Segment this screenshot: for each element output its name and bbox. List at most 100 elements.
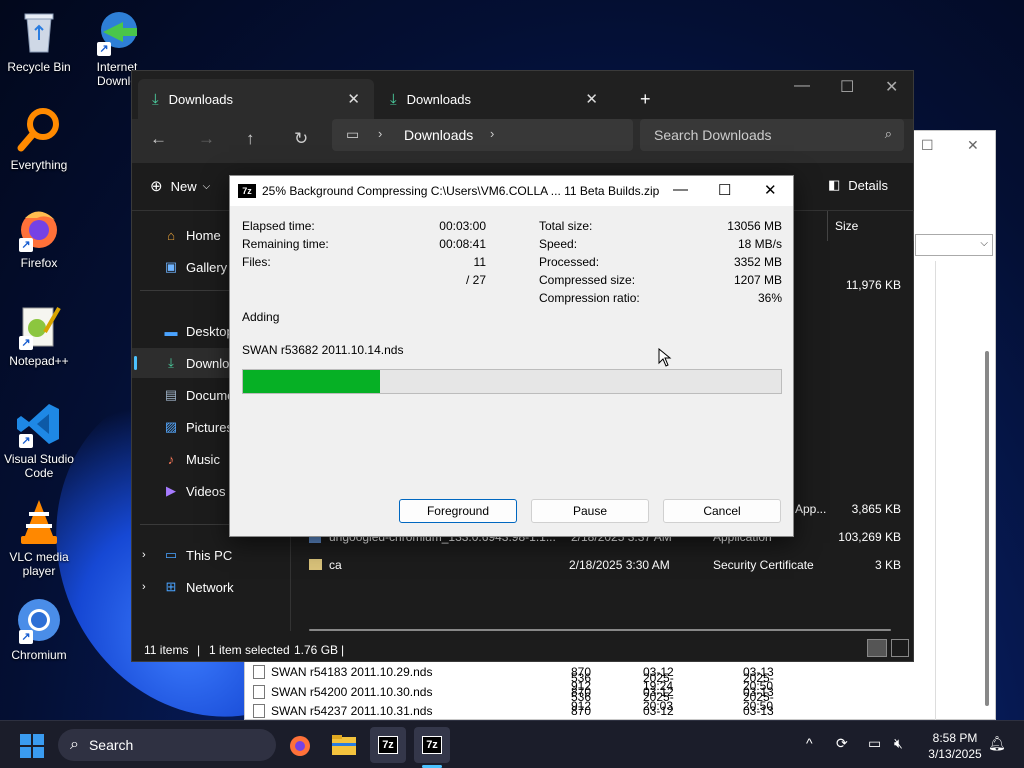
- sync-icon[interactable]: ⟳: [836, 735, 848, 752]
- minimize-icon[interactable]: —: [673, 181, 688, 198]
- chevron-right-icon[interactable]: ›: [142, 581, 162, 593]
- current-file: SWAN r53682 2011.10.14.nds: [242, 343, 404, 357]
- file-icon: [253, 704, 265, 718]
- desktop-icon-vscode[interactable]: ↗ Visual Studio Code: [0, 400, 78, 480]
- pause-button[interactable]: Pause: [531, 499, 649, 523]
- file-icon: [253, 685, 265, 699]
- details-view-icon[interactable]: [867, 639, 887, 657]
- progress-fill: [243, 370, 381, 393]
- status-bar: 11 items | 1 item selected 1.76 GB |: [132, 637, 913, 663]
- taskbar-7zip-2[interactable]: 7z: [414, 727, 450, 763]
- speaker-muted-icon[interactable]: 🔇︎: [894, 735, 903, 752]
- breadcrumb-downloads[interactable]: Downloads: [404, 127, 473, 143]
- close-icon[interactable]: ✕: [967, 137, 979, 154]
- address-bar[interactable]: ▭ › Downloads ›: [332, 119, 633, 151]
- list-item[interactable]: SWAN r54200 2011.10.30.nds 536 870 912 2…: [253, 671, 774, 713]
- videos-icon: ▶: [166, 483, 176, 498]
- table-row[interactable]: ca 2/18/2025 3:30 AM Security Certificat…: [291, 551, 915, 579]
- refresh-icon[interactable]: ↻: [294, 129, 308, 149]
- recycle-bin-icon: [15, 8, 63, 56]
- file-icon: [253, 665, 265, 679]
- desktop-icon-chromium[interactable]: ↗ Chromium: [0, 596, 78, 662]
- dialog-title: 25% Background Compressing C:\Users\VM6.…: [262, 184, 660, 198]
- column-divider: [935, 261, 936, 721]
- maximize-icon[interactable]: ☐: [840, 77, 854, 97]
- chromium-icon: ↗: [15, 596, 63, 644]
- desktop-icon-everything[interactable]: Everything: [0, 106, 78, 172]
- firefox-icon: ↗: [15, 204, 63, 252]
- desktop-icon-firefox[interactable]: ↗ Firefox: [0, 204, 78, 270]
- new-tab-button[interactable]: +: [626, 79, 656, 119]
- 7zip-logo-icon: 7z: [238, 184, 256, 198]
- maximize-icon[interactable]: ☐: [718, 181, 731, 199]
- taskbar-search[interactable]: ⌕ Search: [58, 729, 276, 761]
- 7zip-progress-dialog[interactable]: 7z 25% Background Compressing C:\Users\V…: [229, 175, 794, 537]
- notification-bell-icon[interactable]: 🔔︎: [988, 735, 1006, 752]
- foreground-button[interactable]: Foreground: [399, 499, 517, 523]
- back-arrow-icon[interactable]: ←: [150, 129, 167, 149]
- chevron-right-icon: ›: [490, 126, 495, 141]
- taskbar-firefox[interactable]: [282, 727, 318, 763]
- chevron-down-icon: ⌵: [202, 180, 211, 192]
- pictures-icon: ▨: [164, 419, 178, 434]
- column-header-size[interactable]: Size: [835, 219, 858, 233]
- start-button[interactable]: [20, 734, 44, 758]
- search-icon: ⌕: [70, 736, 79, 753]
- sidebar-item-this-pc[interactable]: › ▭ This PC: [132, 540, 290, 570]
- forward-arrow-icon[interactable]: →: [198, 129, 215, 149]
- status-separator: |: [197, 643, 201, 657]
- dialog-title-bar: 7z 25% Background Compressing C:\Users\V…: [230, 176, 793, 206]
- tab-bar: ⤓ Downloads ✕ ⤓ Downloads ✕ + — ☐ ✕: [132, 71, 913, 119]
- column-divider: [827, 211, 828, 241]
- 7zip-icon: 7z: [378, 736, 398, 754]
- search-input[interactable]: Search Downloads ⌕: [640, 119, 904, 151]
- scrollbar[interactable]: [985, 351, 989, 706]
- chevron-down-icon: ⌵: [980, 238, 988, 249]
- tab-downloads-2[interactable]: ⤓ Downloads ✕: [376, 79, 612, 119]
- desktop-icon-vlc[interactable]: VLC media player: [0, 498, 78, 578]
- shortcut-arrow-icon: ↗: [19, 336, 33, 350]
- dropdown-box[interactable]: ⌵: [915, 234, 993, 256]
- firefox-icon: [290, 736, 310, 756]
- list-item[interactable]: SWAN r54183 2011.10.29.nds 536 870 912 2…: [253, 651, 774, 693]
- desktop-icon-notepad-plus-plus[interactable]: ↗ Notepad++: [0, 302, 78, 368]
- monitor-icon: ▭: [346, 126, 360, 142]
- horizontal-scrollbar[interactable]: [309, 629, 891, 631]
- status-separator: |: [341, 643, 345, 657]
- tab-downloads-1[interactable]: ⤓ Downloads ✕: [138, 79, 374, 119]
- details-button[interactable]: ◧ Details: [828, 177, 888, 193]
- gallery-icon: ▣: [164, 259, 178, 274]
- internet-download-manager-icon: ↗: [93, 8, 141, 56]
- details-pane-icon: ◧: [828, 177, 841, 192]
- taskbar-file-explorer[interactable]: [326, 727, 362, 763]
- navigation-bar: ← → ↑ ↻ ▭ › Downloads › Search Downloads…: [132, 119, 913, 163]
- network-status-icon[interactable]: ▭: [868, 735, 881, 752]
- shortcut-arrow-icon: ↗: [19, 434, 33, 448]
- taskbar: ⌕ Search 7z 7z ^ ⟳ ▭ 🔇︎ 8:58 PM 3/13/202…: [0, 720, 1024, 768]
- desktop-icon-recycle-bin[interactable]: Recycle Bin: [0, 8, 78, 74]
- close-icon[interactable]: ✕: [885, 77, 898, 97]
- close-tab-icon[interactable]: ✕: [585, 90, 598, 108]
- up-arrow-icon[interactable]: ↑: [246, 129, 255, 149]
- chevron-up-icon[interactable]: ^: [806, 735, 813, 751]
- documents-icon: ▤: [164, 387, 178, 402]
- tiles-view-icon[interactable]: [891, 639, 909, 657]
- chevron-right-icon[interactable]: ›: [142, 549, 162, 561]
- progress-bar: [242, 369, 782, 394]
- notepad-plus-plus-icon: ↗: [15, 302, 63, 350]
- clock[interactable]: 8:58 PM 3/13/2025: [920, 730, 990, 762]
- chevron-right-icon: ›: [378, 126, 383, 141]
- taskbar-7zip-1[interactable]: 7z: [370, 727, 406, 763]
- close-tab-icon[interactable]: ✕: [347, 90, 360, 108]
- close-icon[interactable]: ✕: [764, 181, 777, 199]
- minimize-icon[interactable]: —: [794, 77, 810, 95]
- download-icon: ⤓: [152, 90, 159, 108]
- cancel-button[interactable]: Cancel: [663, 499, 781, 523]
- sidebar-item-network[interactable]: › ⊞ Network: [132, 572, 290, 602]
- maximize-icon[interactable]: ☐: [921, 137, 934, 154]
- certificate-icon: [309, 559, 322, 570]
- vscode-icon: ↗: [15, 400, 63, 448]
- search-icon: ⌕: [884, 126, 892, 141]
- new-button[interactable]: ⊕ New ⌵: [150, 177, 210, 195]
- list-item[interactable]: SWAN r54237 2011.10.31.nds 536 870 912 2…: [253, 690, 774, 732]
